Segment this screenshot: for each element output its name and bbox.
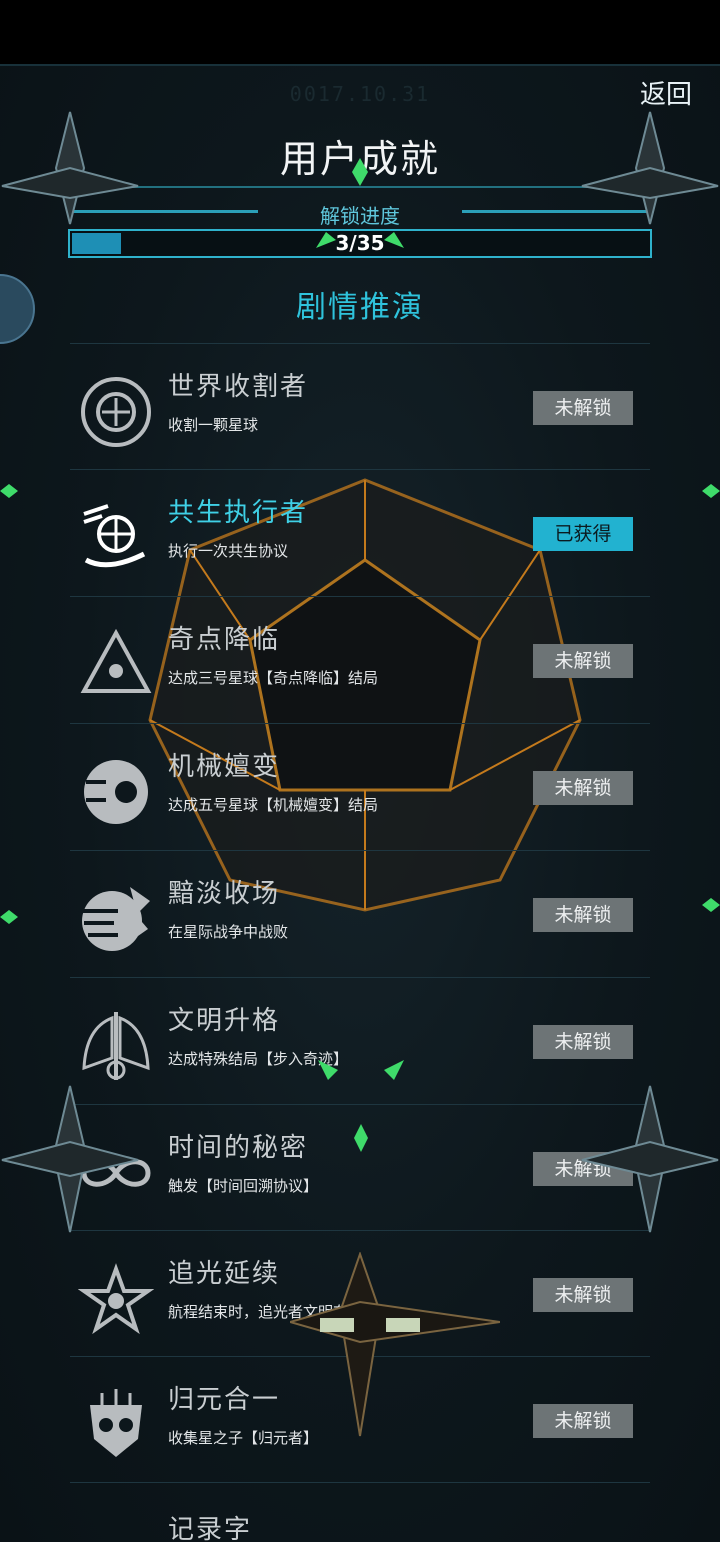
spaceship-top-left-icon: [1, 111, 139, 225]
progress-bar: 3/35: [68, 229, 652, 258]
status-badge[interactable]: 未解锁: [533, 771, 633, 805]
back-button[interactable]: 返回: [640, 74, 692, 111]
gem-icon: [702, 898, 720, 912]
status-bar: [0, 0, 720, 64]
achievement-desc: 触发【时间回溯协议】: [168, 1177, 319, 1195]
achievement-row: 黯淡收场 在星际战争中战败 未解锁: [70, 850, 650, 977]
achievement-row: 共生执行者 执行一次共生协议 已获得: [70, 469, 650, 596]
status-badge[interactable]: 未解锁: [533, 1025, 633, 1059]
gem-icon: [0, 910, 18, 924]
achievement-desc: 达成三号星球【奇点降临】结局: [168, 669, 379, 687]
achievement-name: 记录字: [168, 1515, 253, 1541]
spaceship-center-icon: [290, 1252, 500, 1437]
gem-icon: [702, 484, 720, 498]
gem-icon: [316, 232, 336, 248]
gem-icon: [384, 232, 404, 248]
gem-icon: [354, 1124, 368, 1152]
broken-planet-icon: [82, 887, 150, 951]
achievement-row: 奇点降临 达成三号星球【奇点降临】结局 未解锁: [70, 596, 650, 723]
achievement-name: 时间的秘密: [168, 1133, 309, 1163]
star-wings-icon: [78, 1263, 154, 1335]
achievement-desc: 达成五号星球【机械嬗变】结局: [168, 796, 379, 814]
achievement-name: 文明升格: [168, 1006, 281, 1036]
achievement-row-partial: 记录字: [70, 1482, 650, 1541]
achievement-name: 追光延续: [168, 1259, 281, 1289]
achievement-name: 黯淡收场: [168, 879, 281, 909]
achievement-row: 机械嬗变 达成五号星球【机械嬗变】结局 未解锁: [70, 723, 650, 850]
winged-emblem-icon: [82, 1012, 150, 1080]
status-badge[interactable]: 未解锁: [533, 391, 633, 425]
status-badge[interactable]: 未解锁: [533, 1404, 633, 1438]
header-divider: [68, 186, 652, 188]
achievement-desc: 收割一颗星球: [168, 416, 259, 434]
spaceship-bottom-left-icon: [1, 1085, 139, 1233]
triangle-eye-icon: [80, 628, 152, 693]
spaceship-top-right-icon: [581, 111, 719, 225]
status-badge[interactable]: 未解锁: [533, 644, 633, 678]
progress-text: 3/35: [335, 231, 385, 255]
achievement-desc: 执行一次共生协议: [168, 542, 289, 560]
achievement-row: 文明升格 达成特殊结局【步入奇迹】 未解锁: [70, 977, 650, 1104]
date-display: 0017.10.31: [289, 82, 431, 106]
achievement-row: 世界收割者 收割一颗星球 未解锁: [70, 343, 650, 470]
gem-icon: [384, 1060, 404, 1080]
hand-globe-icon: [83, 504, 146, 568]
achievement-desc: 在星际战争中战败: [168, 923, 289, 941]
achievement-name: 归元合一: [168, 1385, 281, 1415]
spaceship-bottom-right-icon: [581, 1085, 719, 1233]
mask-icon: [90, 1389, 142, 1457]
status-badge[interactable]: 未解锁: [533, 898, 633, 932]
achievement-name: 机械嬗变: [168, 752, 281, 782]
status-badge[interactable]: 已获得: [533, 517, 633, 551]
achievement-name: 奇点降临: [168, 625, 281, 655]
section-title: 剧情推演: [296, 290, 424, 325]
achievement-name: 共生执行者: [168, 498, 309, 528]
harvest-globe-icon: [81, 377, 151, 447]
gem-icon: [352, 158, 368, 186]
status-badge[interactable]: 未解锁: [533, 1278, 633, 1312]
mech-eye-icon: [84, 760, 148, 824]
gem-icon: [0, 484, 18, 498]
gem-icon: [318, 1060, 338, 1080]
achievement-name: 世界收割者: [168, 372, 309, 402]
